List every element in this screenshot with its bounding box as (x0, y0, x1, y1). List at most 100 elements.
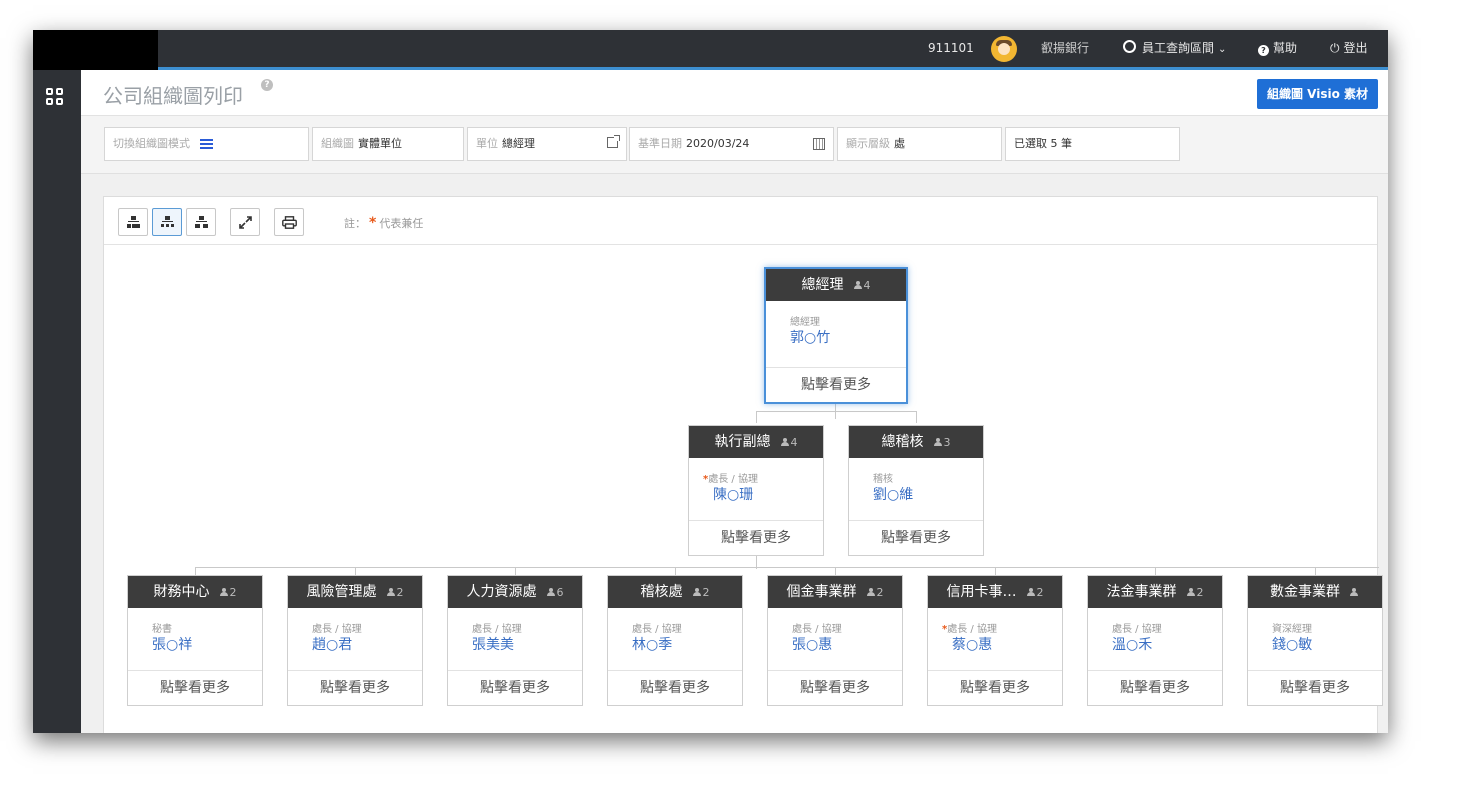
node-title: 總經理 (801, 277, 844, 293)
person-icon (780, 438, 789, 446)
calendar-icon[interactable] (813, 138, 825, 150)
concurrent-star-icon: * (369, 215, 377, 231)
person-icon (692, 588, 701, 596)
title-help-icon[interactable]: ? (261, 79, 273, 91)
node-name[interactable]: 劉○維 (873, 484, 913, 504)
page-header: 公司組織圖列印 ? 組織圖 Visio 素材 (81, 70, 1388, 116)
external-link-icon[interactable] (607, 135, 620, 148)
node-name[interactable]: 張○惠 (792, 634, 832, 654)
org-node-root[interactable]: 總經理 4 總經理 郭○竹 點擊看更多 (764, 267, 908, 404)
node-title: 總稽核 (881, 434, 924, 450)
chart-type-value: 實體單位 (358, 137, 402, 150)
date-value: 2020/03/24 (686, 137, 750, 150)
node-title: 人力資源處 (466, 584, 537, 600)
node-name[interactable]: 林○季 (632, 634, 672, 654)
print-button[interactable] (274, 208, 304, 236)
node-count (1350, 586, 1360, 599)
bank-name[interactable]: 叡揚銀行 (1041, 30, 1089, 67)
org-node-dept[interactable]: 信用卡事… 2 *處長 / 協理 蔡○惠 點擊看更多 (927, 575, 1063, 706)
node-more-button[interactable]: 點擊看更多 (128, 670, 262, 705)
org-chart-canvas: 總經理 4 總經理 郭○竹 點擊看更多 執行副總 4 *處長 / 協理 陳○珊 點擊… (104, 245, 1383, 733)
node-more-button[interactable]: 點擊看更多 (766, 367, 906, 402)
node-header: 總稽核 3 (849, 426, 983, 458)
node-name[interactable]: 郭○竹 (790, 327, 830, 347)
node-role: 稽核 (873, 474, 893, 485)
employee-search-label: 員工查詢區間 (1142, 41, 1215, 55)
org-node-dept[interactable]: 數金事業群 資深經理 錢○敏 點擊看更多 (1247, 575, 1383, 706)
layout-button-2[interactable] (152, 208, 182, 236)
node-count: 4 (780, 436, 798, 449)
node-name[interactable]: 錢○敏 (1272, 634, 1312, 654)
unit-picker[interactable]: 單位 總經理 (467, 127, 627, 161)
node-more-button[interactable]: 點擊看更多 (849, 520, 983, 555)
person-icon (219, 588, 228, 596)
node-more-button[interactable]: 點擊看更多 (928, 670, 1062, 705)
org-node-dept[interactable]: 財務中心 2 秘書 張○祥 點擊看更多 (127, 575, 263, 706)
layout-button-3[interactable] (186, 208, 216, 236)
layout-button-1[interactable] (118, 208, 148, 236)
help-link[interactable]: ? 幫助 (1258, 30, 1297, 67)
org-node-dept[interactable]: 個金事業群 2 處長 / 協理 張○惠 點擊看更多 (767, 575, 903, 706)
node-header: 稽核處 2 (608, 576, 742, 608)
node-more-button[interactable]: 點擊看更多 (1248, 670, 1382, 705)
chevron-down-icon: ⌄ (1218, 44, 1227, 55)
node-header: 總經理 4 (766, 269, 906, 301)
logout-link[interactable]: ⏻ 登出 (1330, 30, 1368, 67)
node-title: 執行副總 (714, 434, 771, 450)
node-more-button[interactable]: 點擊看更多 (1088, 670, 1222, 705)
search-icon (1123, 40, 1136, 53)
org-node-dept[interactable]: 人力資源處 6 處長 / 協理 張美美 點擊看更多 (447, 575, 583, 706)
node-more-button[interactable]: 點擊看更多 (608, 670, 742, 705)
filter-bar: 切換組織圖模式 組織圖 實體單位 單位 總經理 基準日期 2020/03/24 顯示層… (81, 116, 1388, 174)
note-text: 代表兼任 (379, 217, 424, 230)
selected-count[interactable]: 已選取 5 筆 (1005, 127, 1180, 161)
node-name[interactable]: 張美美 (472, 634, 514, 654)
node-role: 處長 / 協理 (792, 624, 842, 635)
org-node-dept[interactable]: 法金事業群 2 處長 / 協理 溫○禾 點擊看更多 (1087, 575, 1223, 706)
date-picker[interactable]: 基準日期 2020/03/24 (629, 127, 834, 161)
node-count: 3 (933, 436, 951, 449)
node-count: 2 (692, 586, 710, 599)
chart-type-label: 組織圖 (321, 137, 354, 150)
node-role: 總經理 (790, 317, 820, 328)
node-more-button[interactable]: 點擊看更多 (288, 670, 422, 705)
logo (33, 30, 158, 70)
help-label: 幫助 (1273, 41, 1298, 55)
node-title: 風險管理處 (306, 584, 377, 600)
legend-note: 註： * 代表兼任 (344, 215, 423, 231)
node-name[interactable]: 陳○珊 (713, 484, 753, 504)
visio-material-button[interactable]: 組織圖 Visio 素材 (1256, 79, 1378, 109)
node-more-button[interactable]: 點擊看更多 (448, 670, 582, 705)
org-node-audit-chief[interactable]: 總稽核 3 稽核 劉○維 點擊看更多 (848, 425, 984, 556)
node-count: 4 (853, 279, 871, 292)
date-label: 基準日期 (638, 137, 682, 150)
org-chart-panel: 註： * 代表兼任 總經理 4 總經理 郭○竹 點擊看更多 執行副總 4 *處長… (103, 196, 1383, 733)
person-icon (933, 438, 942, 446)
chart-type-select[interactable]: 組織圖 實體單位 (312, 127, 464, 161)
org-node-dept[interactable]: 風險管理處 2 處長 / 協理 趙○君 點擊看更多 (287, 575, 423, 706)
node-title: 法金事業群 (1106, 584, 1177, 600)
level-value: 處 (894, 137, 905, 150)
help-icon: ? (1258, 45, 1269, 56)
printer-icon (282, 216, 297, 229)
node-more-button[interactable]: 點擊看更多 (689, 520, 823, 555)
node-name[interactable]: 趙○君 (312, 634, 352, 654)
grid-menu-icon[interactable] (46, 88, 66, 108)
employee-search[interactable]: 員工查詢區間 ⌄ (1123, 30, 1226, 67)
expand-icon (239, 216, 252, 229)
node-header: 數金事業群 (1248, 576, 1382, 608)
node-header: 個金事業群 2 (768, 576, 902, 608)
node-name[interactable]: 張○祥 (152, 634, 192, 654)
org-node-dept[interactable]: 稽核處 2 處長 / 協理 林○季 點擊看更多 (607, 575, 743, 706)
node-more-button[interactable]: 點擊看更多 (768, 670, 902, 705)
user-avatar[interactable] (991, 36, 1017, 62)
person-icon (386, 588, 395, 596)
node-name[interactable]: 溫○禾 (1112, 634, 1152, 654)
fullscreen-button[interactable] (230, 208, 260, 236)
level-select[interactable]: 顯示層級處 (837, 127, 1002, 161)
org-node-exec-vp[interactable]: 執行副總 4 *處長 / 協理 陳○珊 點擊看更多 (688, 425, 824, 556)
mode-switch[interactable]: 切換組織圖模式 (104, 127, 309, 161)
node-name[interactable]: 蔡○惠 (952, 634, 992, 654)
node-count: 2 (1186, 586, 1204, 599)
org-tree-icon (195, 216, 208, 229)
